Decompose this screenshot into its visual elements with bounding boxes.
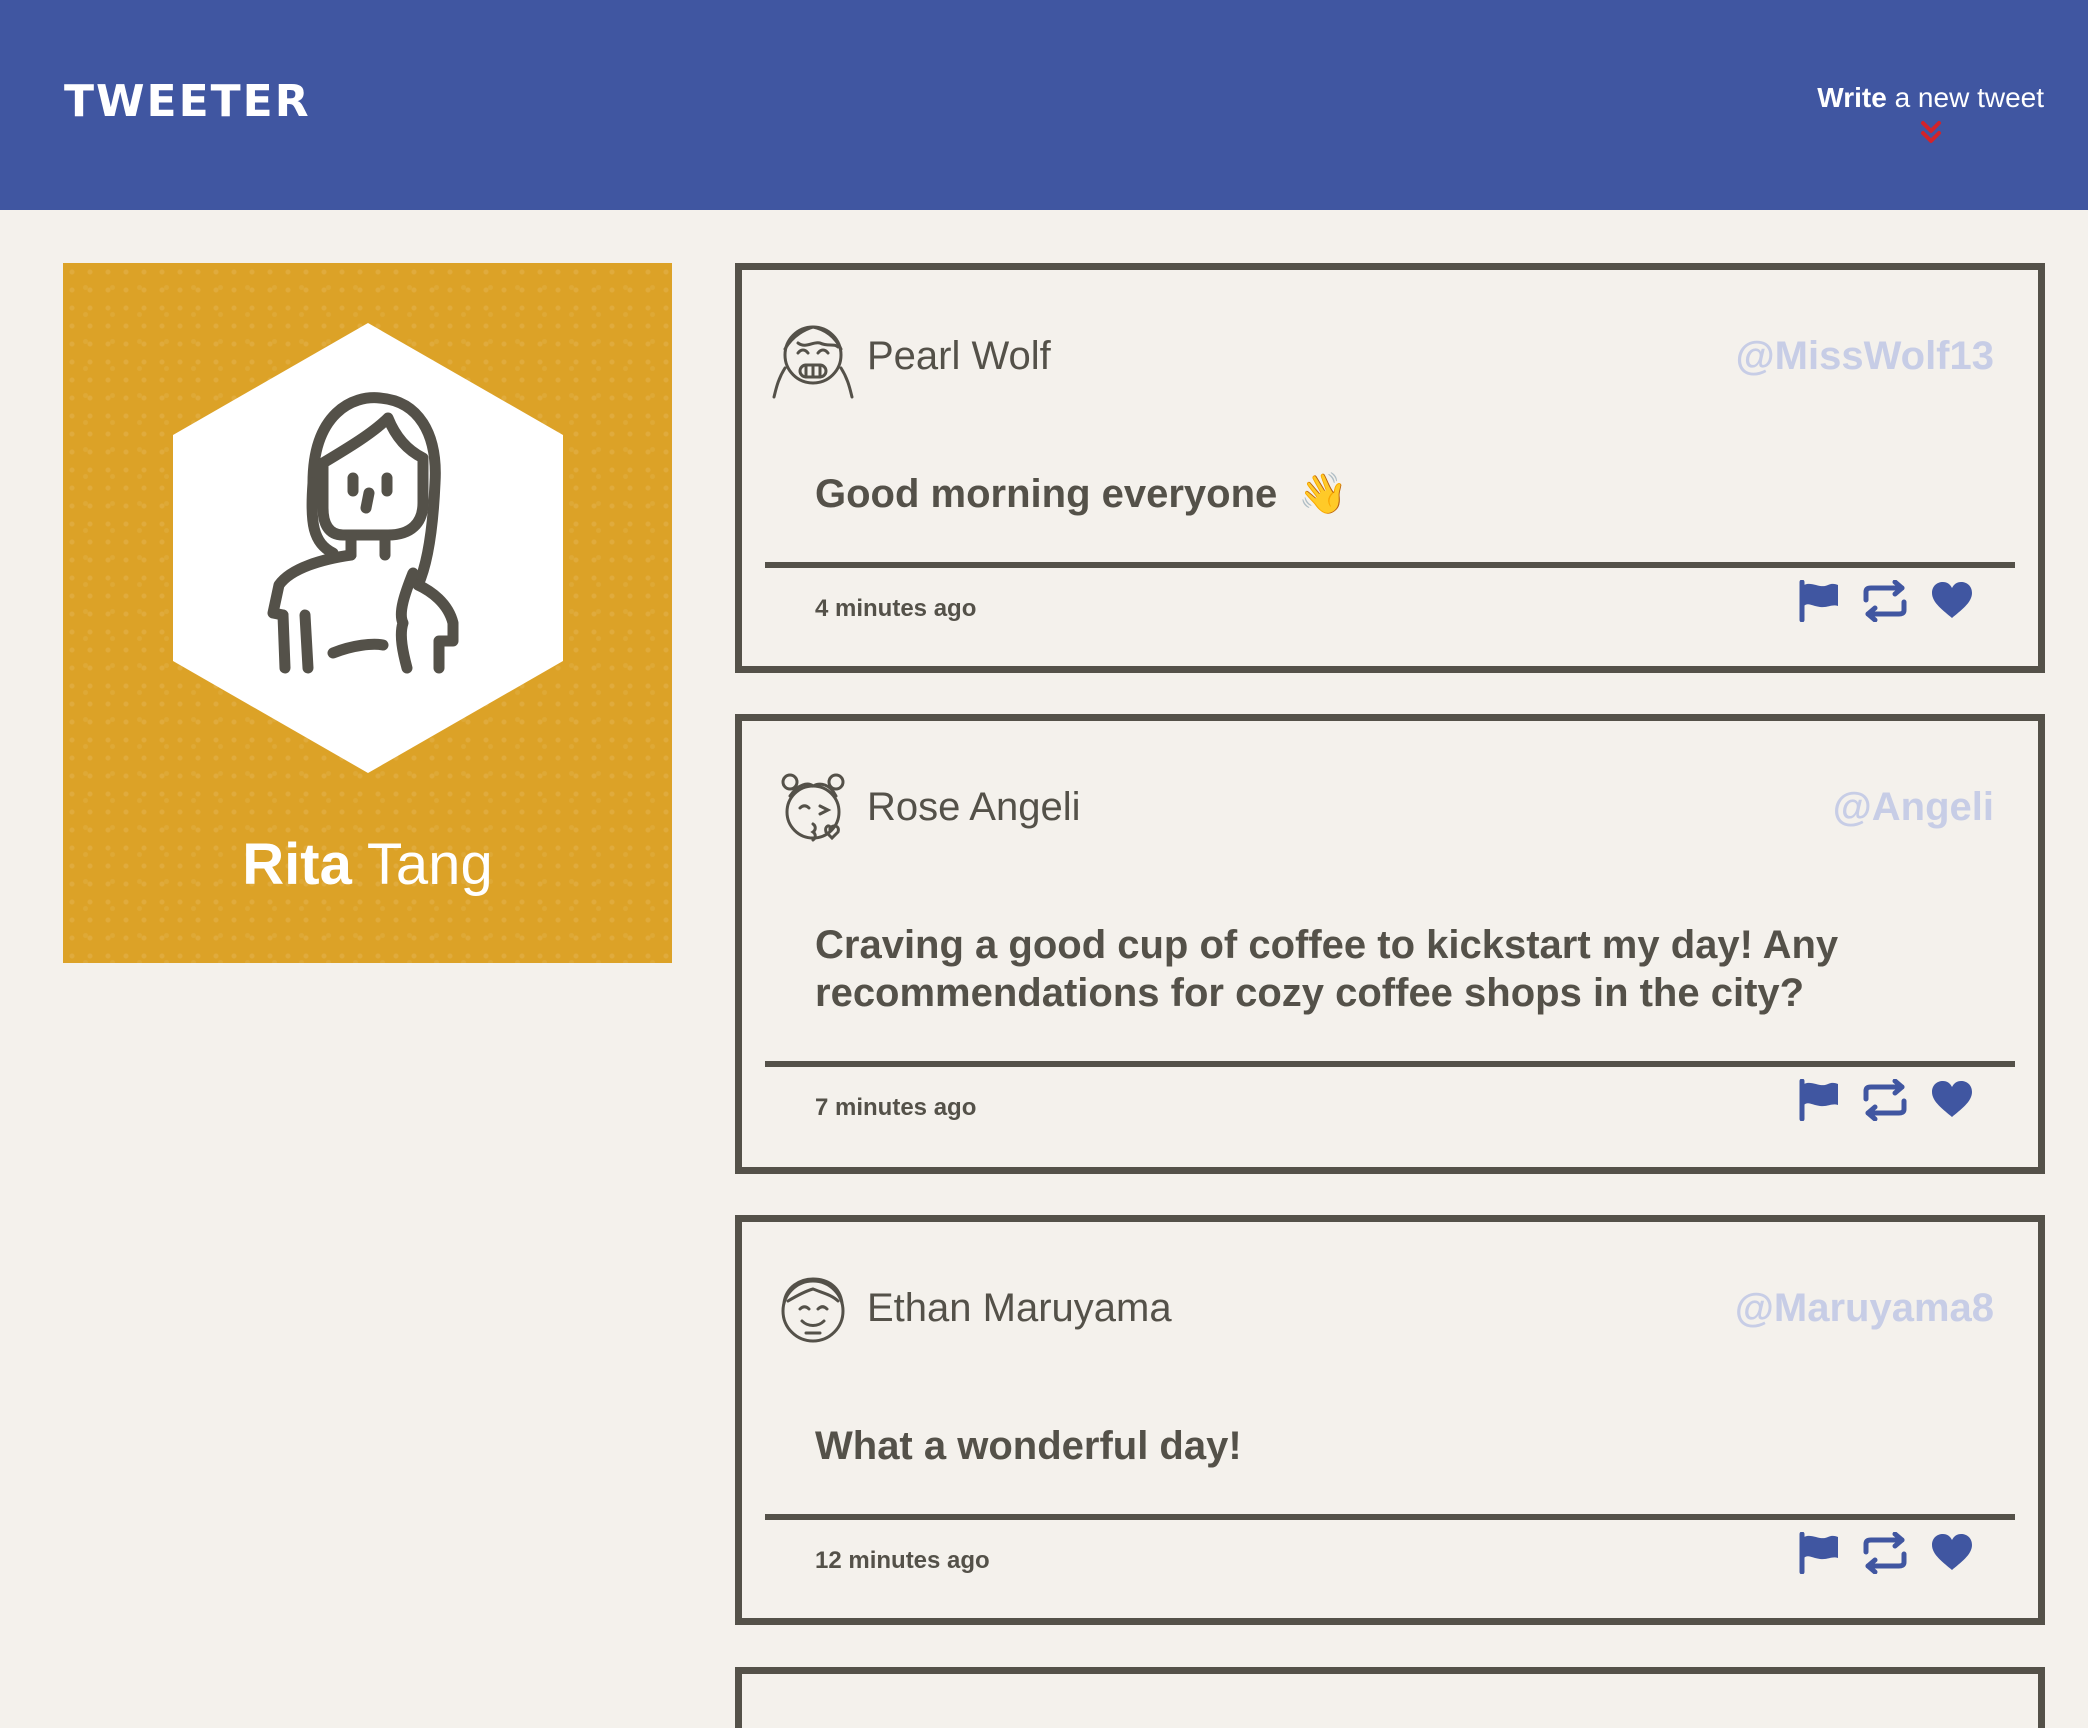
waving-hand-emoji: 👋 <box>1298 472 1349 516</box>
tweet-author-name: Ethan Maruyama <box>867 1286 1172 1330</box>
tweet-text: Good morning everyone <box>815 472 1278 516</box>
tweet-actions <box>1798 1531 1974 1579</box>
double-chevron-down-icon[interactable] <box>1817 120 2044 146</box>
flag-icon[interactable] <box>1798 579 1840 627</box>
retweet-icon[interactable] <box>1862 1078 1908 1126</box>
heart-icon[interactable] <box>1930 1079 1974 1126</box>
retweet-icon[interactable] <box>1862 1531 1908 1579</box>
tweet-author-name: Rose Angeli <box>867 785 1081 829</box>
tweet-actions <box>1798 579 1974 627</box>
tweet-author-handle[interactable]: @Maruyama8 <box>1735 1286 1994 1331</box>
tweet-divider <box>765 562 2015 568</box>
avatar-icon <box>768 313 858 408</box>
profile-first-name: Rita <box>242 832 352 897</box>
heart-icon[interactable] <box>1930 580 1974 627</box>
heart-icon[interactable] <box>1930 1532 1974 1579</box>
tweet-author-name: Pearl Wolf <box>867 334 1051 378</box>
profile-card: Rita Tang <box>63 263 672 963</box>
tweet-divider <box>765 1061 2015 1067</box>
profile-name: Rita Tang <box>63 831 672 898</box>
avatar-icon <box>768 1714 858 1728</box>
profile-last-name: Tang <box>351 832 493 897</box>
tweet-text: Craving a good cup of coffee to kickstar… <box>815 923 1839 1015</box>
tweet-text: What a wonderful day! <box>815 1424 1242 1468</box>
tweet-actions <box>1798 1078 1974 1126</box>
tweet-card: Rose Angeli @Angeli Craving a good cup o… <box>735 714 2045 1174</box>
avatar-icon <box>768 764 858 859</box>
tweet-author-handle[interactable]: @MissWolf13 <box>1736 334 1994 379</box>
write-new-tweet-button[interactable]: Write a new tweet <box>1817 82 2044 146</box>
flag-icon[interactable] <box>1798 1531 1840 1579</box>
tweet-author-handle[interactable]: @Angeli <box>1833 785 1994 830</box>
flag-icon[interactable] <box>1798 1078 1840 1126</box>
avatar-icon <box>768 1265 858 1360</box>
retweet-icon[interactable] <box>1862 579 1908 627</box>
top-nav: TWEETER Write a new tweet <box>0 0 2088 210</box>
tweet-timestamp: 7 minutes ago <box>815 1094 977 1121</box>
tweet-timestamp: 12 minutes ago <box>815 1547 990 1574</box>
tweet-card-partial <box>735 1667 2045 1728</box>
write-label-rest: a new tweet <box>1886 82 2044 113</box>
write-label-bold: Write <box>1817 82 1887 113</box>
profile-avatar <box>173 323 563 778</box>
tweet-divider <box>765 1514 2015 1520</box>
tweet-content: Good morning everyone 👋 <box>815 470 1918 518</box>
app-logo[interactable]: TWEETER <box>64 76 311 127</box>
tweet-timestamp: 4 minutes ago <box>815 595 977 622</box>
tweet-card: Pearl Wolf @MissWolf13 Good morning ever… <box>735 263 2045 673</box>
tweet-card: Ethan Maruyama @Maruyama8 What a wonderf… <box>735 1215 2045 1625</box>
